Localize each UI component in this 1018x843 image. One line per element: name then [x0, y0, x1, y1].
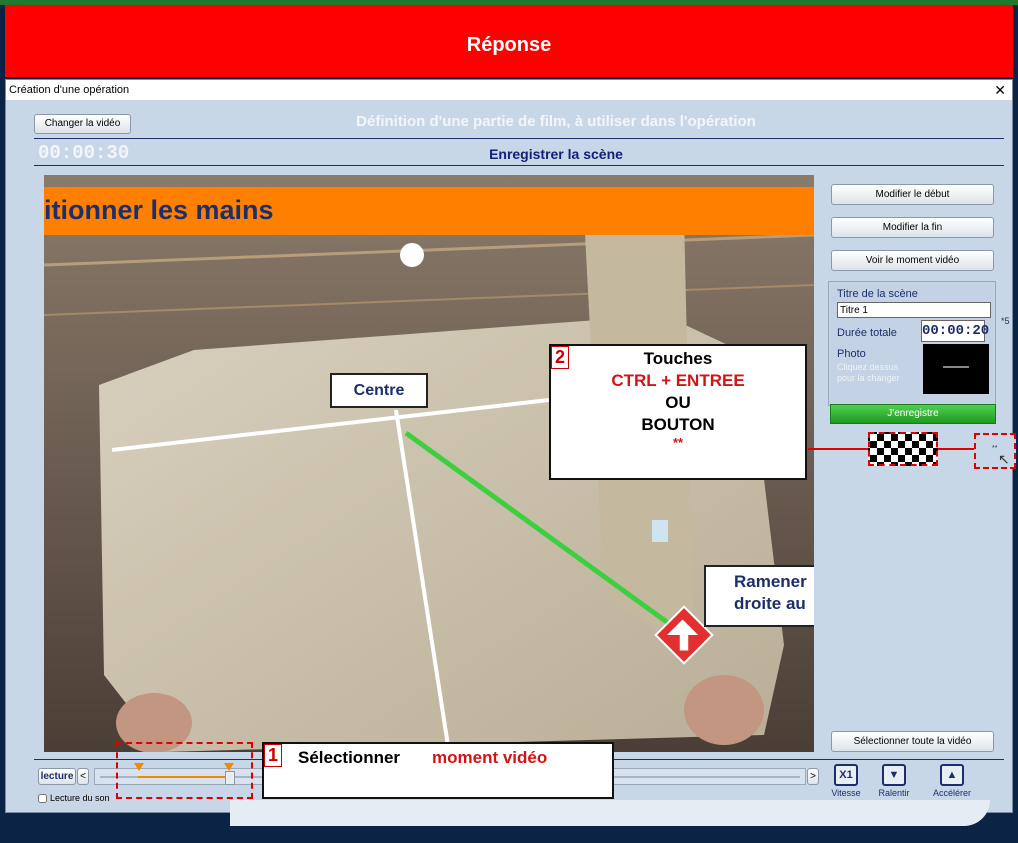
callout-step-1: 1 Sélectionner moment vidéo [262, 742, 614, 799]
timer-display: 00:00:30 [38, 142, 130, 164]
start-marker-icon[interactable] [134, 763, 144, 771]
sound-label: Lecture du son [50, 793, 110, 803]
thumbnail-text [943, 366, 969, 368]
callout-1-number: 1 [264, 744, 283, 767]
playhead-thumb[interactable] [225, 771, 235, 785]
play-button[interactable]: lecture [38, 768, 76, 785]
header-divider [34, 138, 1004, 139]
window-titlebar: Création d'une opération ✕ [6, 80, 1012, 100]
answer-banner: Réponse [5, 5, 1013, 77]
instruction-label: Ramener droite au [704, 565, 814, 627]
video-title-text: itionner les mains [44, 195, 274, 225]
bottom-decor [230, 800, 990, 826]
video-title-bar: itionner les mains [44, 187, 814, 235]
callout-2-line4: BOUTON [641, 415, 715, 434]
select-all-video-button[interactable]: Sélectionner toute la vidéo [831, 731, 994, 752]
callout-step-2: 2 Touches CTRL + ENTREE OU BOUTON ** [549, 344, 807, 480]
close-icon[interactable]: ✕ [994, 80, 1006, 100]
selection-range-bar [138, 776, 230, 778]
change-video-button[interactable]: Changer la vidéo [34, 114, 131, 134]
modify-start-button[interactable]: Modifier le début [831, 184, 994, 205]
photo-hint-1: Cliquez dessus [837, 362, 899, 372]
callout-2-line1: Touches [643, 349, 713, 368]
instruction-line1: Ramener [734, 572, 807, 591]
end-marker-icon[interactable] [224, 763, 234, 771]
subtitle-divider [34, 165, 1004, 166]
slow-down-icon[interactable]: ▼ [882, 764, 906, 786]
photo-label: Photo [837, 348, 866, 360]
tiny-mark: ** [992, 445, 998, 452]
speed-label: Vitesse [831, 788, 861, 798]
cursor-icon: ↖ [998, 451, 1010, 467]
timeline-selection-highlight [116, 742, 253, 799]
speed-icon[interactable]: X1 [834, 764, 858, 786]
callout-2-line3: OU [665, 393, 691, 412]
callout-2-line5: ** [672, 435, 684, 450]
scene-panel: Titre de la scène Durée totale 00:00:20 … [828, 281, 996, 406]
star-mark: *5 [1001, 316, 1010, 326]
scene-title-label: Titre de la scène [837, 288, 918, 300]
banner-title: Réponse [466, 34, 552, 56]
centre-label: Centre [330, 373, 428, 408]
section-subtitle: Enregistrer la scène [489, 146, 623, 162]
view-moment-button[interactable]: Voir le moment vidéo [831, 250, 994, 271]
sound-checkbox[interactable] [38, 794, 47, 804]
duration-field[interactable]: 00:00:20 [921, 320, 989, 342]
slow-down-label: Ralentir [878, 788, 910, 798]
sound-checkbox-row[interactable]: Lecture du son [38, 793, 110, 804]
duration-label: Durée totale [837, 327, 897, 339]
next-button[interactable]: > [807, 768, 819, 785]
checker-button-icon [868, 432, 938, 466]
scene-title-input[interactable] [837, 302, 991, 318]
button-zone-highlight: ** ↖ [974, 433, 1016, 469]
callout-1-text-red: moment vidéo [432, 748, 548, 767]
callout-1-text: Sélectionner [298, 748, 401, 767]
modify-end-button[interactable]: Modifier la fin [831, 217, 994, 238]
callout-2-line2: CTRL + ENTREE [611, 371, 745, 390]
photo-hint-2: pour la changer [837, 373, 900, 383]
previous-button[interactable]: < [77, 768, 89, 785]
speed-up-label: Accélérer [932, 788, 971, 798]
instruction-line2: droite au [734, 594, 806, 613]
photo-thumbnail[interactable] [923, 344, 989, 394]
record-button[interactable]: J'enregistre [830, 404, 996, 424]
page-title: Définition d'une partie de film, à utili… [356, 113, 756, 130]
speed-up-icon[interactable]: ▲ [940, 764, 964, 786]
window-title: Création d'une opération [9, 84, 130, 96]
operation-window: Création d'une opération ✕ Changer la vi… [5, 79, 1016, 813]
